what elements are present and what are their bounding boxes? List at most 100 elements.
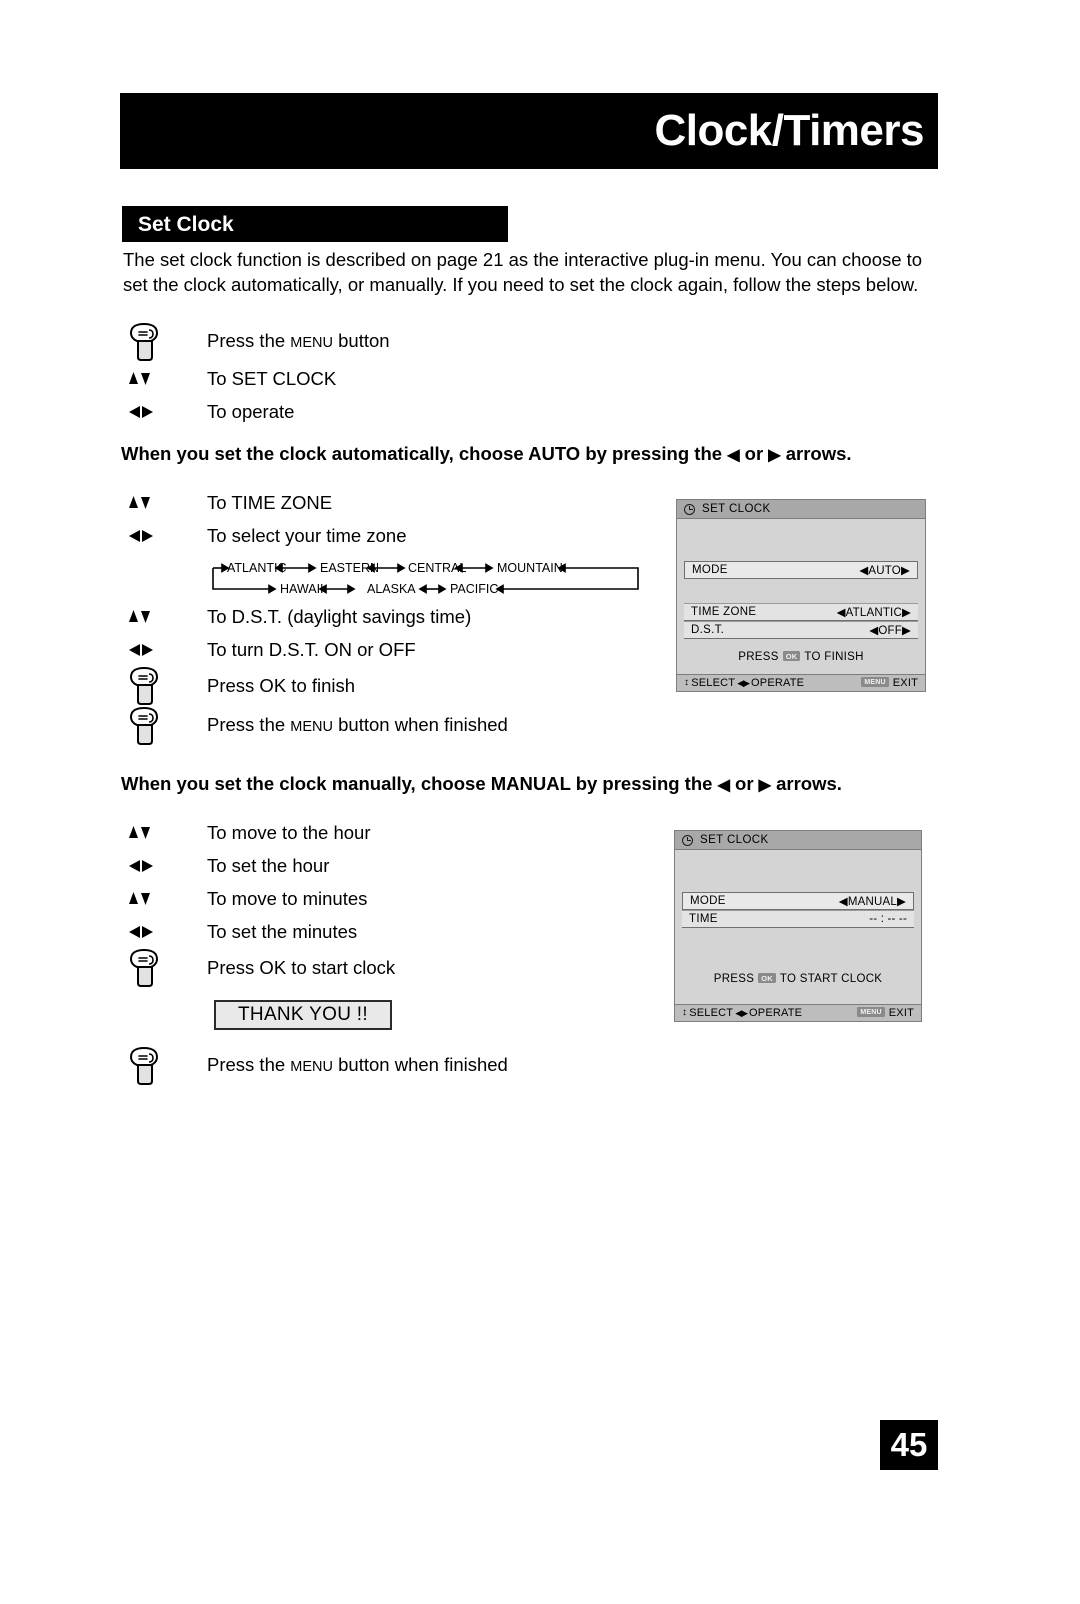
clock-icon	[684, 503, 695, 515]
hand-press-icon	[123, 322, 207, 362]
step-row: To move to the hour	[123, 816, 395, 849]
tz-label-alaska: ALASKA	[367, 582, 416, 596]
step-label: To move to minutes	[207, 887, 368, 909]
osd-footer-select: SELECT	[689, 1007, 734, 1019]
step-row: Press OK to finish	[123, 666, 508, 706]
osd-row-mode[interactable]: MODE ◀AUTO▶	[684, 561, 918, 579]
step-label: To set the hour	[207, 854, 330, 876]
tz-label-mountain: MOUNTAIN	[497, 561, 563, 575]
osd-row-time-zone[interactable]: TIME ZONE ◀ATLANTIC▶	[684, 603, 918, 621]
osd-row-time[interactable]: TIME -- : -- --	[682, 910, 914, 928]
up-down-glyph-icon: ↕	[684, 677, 690, 688]
manual-page: Clock/Timers Set Clock The set clock fun…	[0, 0, 1080, 1604]
osd-title-label: SET CLOCK	[702, 503, 771, 515]
step-label: To set the minutes	[207, 920, 358, 942]
hand-press-icon	[123, 706, 207, 746]
menu-chip-icon: MENU	[861, 677, 889, 687]
up-down-arrows-icon	[123, 370, 207, 388]
osd-footer-exit: EXIT	[892, 677, 918, 689]
step-label: To turn D.S.T. ON or OFF	[207, 638, 416, 660]
menu-chip-icon: MENU	[857, 1007, 885, 1017]
step-row: To D.S.T. (daylight savings time)	[123, 600, 508, 633]
osd-row-value: ◀OFF▶	[869, 625, 911, 637]
thank-you-label: THANK YOU !!	[238, 1004, 368, 1025]
osd-title-label: SET CLOCK	[700, 834, 769, 846]
step-row: To move to minutes	[123, 882, 395, 915]
step-row: To operate	[123, 395, 390, 428]
osd-footer-operate: OPERATE	[751, 677, 805, 689]
step-label: Press OK to start clock	[207, 957, 396, 978]
step-label: To select your time zone	[207, 524, 407, 546]
left-arrow-glyph: ◀	[727, 447, 740, 464]
hand-press-icon	[123, 948, 207, 988]
left-right-arrows-icon	[123, 403, 207, 421]
step-label: To TIME ZONE	[207, 491, 333, 513]
section-title: Set Clock	[138, 212, 234, 236]
osd-row-label: MODE	[692, 564, 728, 576]
osd-row-value: ◀ATLANTIC▶	[836, 607, 911, 619]
ok-chip-icon: OK	[758, 973, 776, 983]
step-label: To D.S.T. (daylight savings time)	[207, 605, 472, 627]
osd-footer-select: SELECT	[691, 677, 736, 689]
osd-footer-left: ↕ SELECT ◀▶ OPERATE	[684, 677, 804, 689]
osd-row-label: MODE	[690, 895, 726, 907]
step-row: To SET CLOCK	[123, 362, 390, 395]
step-row: To turn D.S.T. ON or OFF	[123, 633, 508, 666]
osd-press-hint: PRESS OK TO START CLOCK	[713, 973, 883, 985]
timezone-flow-diagram: ATLANTIC EASTERN CENTRAL MOUNTAIN HAWAII…	[208, 556, 642, 598]
osd-footer-bar: ↕ SELECT ◀▶ OPERATE MENU EXIT	[677, 674, 925, 691]
up-down-arrows-icon	[123, 890, 207, 908]
step-row: Press OK to start clock	[123, 948, 395, 988]
step-label: Press OK to finish	[207, 675, 356, 696]
step-row: To set the minutes	[123, 915, 395, 948]
up-down-arrows-icon	[123, 494, 207, 512]
hand-press-icon	[123, 1046, 207, 1086]
tz-label-pacific: PACIFIC	[450, 582, 498, 596]
osd-footer-exit: EXIT	[888, 1007, 914, 1019]
osd-set-clock-manual: SET CLOCK MODE ◀MANUAL▶ TIME -- : -- -- …	[674, 830, 922, 1022]
osd-row-mode[interactable]: MODE ◀MANUAL▶	[682, 892, 914, 910]
left-right-glyph-icon: ◀▶	[735, 1007, 748, 1018]
section-heading-bar: Set Clock	[122, 206, 508, 242]
step-label: Press the MENU button when finished	[207, 714, 508, 735]
left-arrow-glyph: ◀	[717, 777, 730, 794]
right-arrow-glyph: ▶	[758, 777, 771, 794]
steps-manual-group: To move to the hour To set the hour To m…	[123, 816, 395, 988]
osd-row-dst[interactable]: D.S.T. ◀OFF▶	[684, 621, 918, 639]
osd-row-value: -- : -- --	[869, 913, 907, 925]
osd-footer-bar: ↕ SELECT ◀▶ OPERATE MENU EXIT	[675, 1004, 921, 1021]
osd-footer-right: MENU EXIT	[861, 677, 918, 689]
step-row: To set the hour	[123, 849, 395, 882]
thank-you-box: THANK YOU !!	[214, 1000, 392, 1030]
step-label: To operate	[207, 400, 295, 422]
step-label: To SET CLOCK	[207, 367, 337, 389]
steps-auto-group: To TIME ZONE To select your time zone	[123, 486, 406, 552]
osd-footer-operate: OPERATE	[749, 1007, 803, 1019]
callout-manual: When you set the clock manually, choose …	[121, 773, 842, 794]
steps-intro-group: Press the MENU button To SET CLOCK To op…	[123, 322, 390, 428]
osd-body: MODE ◀AUTO▶ TIME ZONE ◀ATLANTIC▶ D.S.T. …	[677, 519, 925, 663]
left-right-glyph-icon: ◀▶	[737, 677, 750, 688]
step-row: Press the MENU button when finished	[123, 706, 508, 746]
up-down-glyph-icon: ↕	[682, 1007, 688, 1018]
step-row: To TIME ZONE	[123, 486, 406, 519]
osd-footer-right: MENU EXIT	[857, 1007, 914, 1019]
intro-paragraph: The set clock function is described on p…	[123, 249, 923, 295]
step-label: Press the MENU button	[207, 330, 390, 351]
osd-press-hint: PRESS OK TO FINISH	[738, 651, 864, 663]
osd-row-label: TIME	[689, 913, 718, 925]
osd-row-label: D.S.T.	[691, 624, 725, 636]
left-right-arrows-icon	[123, 857, 207, 875]
steps-final-group: Press the MENU button when finished	[123, 1046, 508, 1086]
hand-press-icon	[123, 666, 207, 706]
page-header-bar: Clock/Timers	[120, 93, 938, 169]
callout-auto: When you set the clock automatically, ch…	[121, 443, 852, 464]
page-number-badge: 45	[880, 1420, 938, 1470]
osd-footer-left: ↕ SELECT ◀▶ OPERATE	[682, 1007, 802, 1019]
left-right-arrows-icon	[123, 641, 207, 659]
step-row: Press the MENU button when finished	[123, 1046, 508, 1086]
tz-label-hawaii: HAWAII	[280, 582, 324, 596]
ok-chip-icon: OK	[782, 651, 801, 661]
page-title: Clock/Timers	[654, 106, 924, 155]
right-arrow-glyph: ▶	[768, 447, 781, 464]
